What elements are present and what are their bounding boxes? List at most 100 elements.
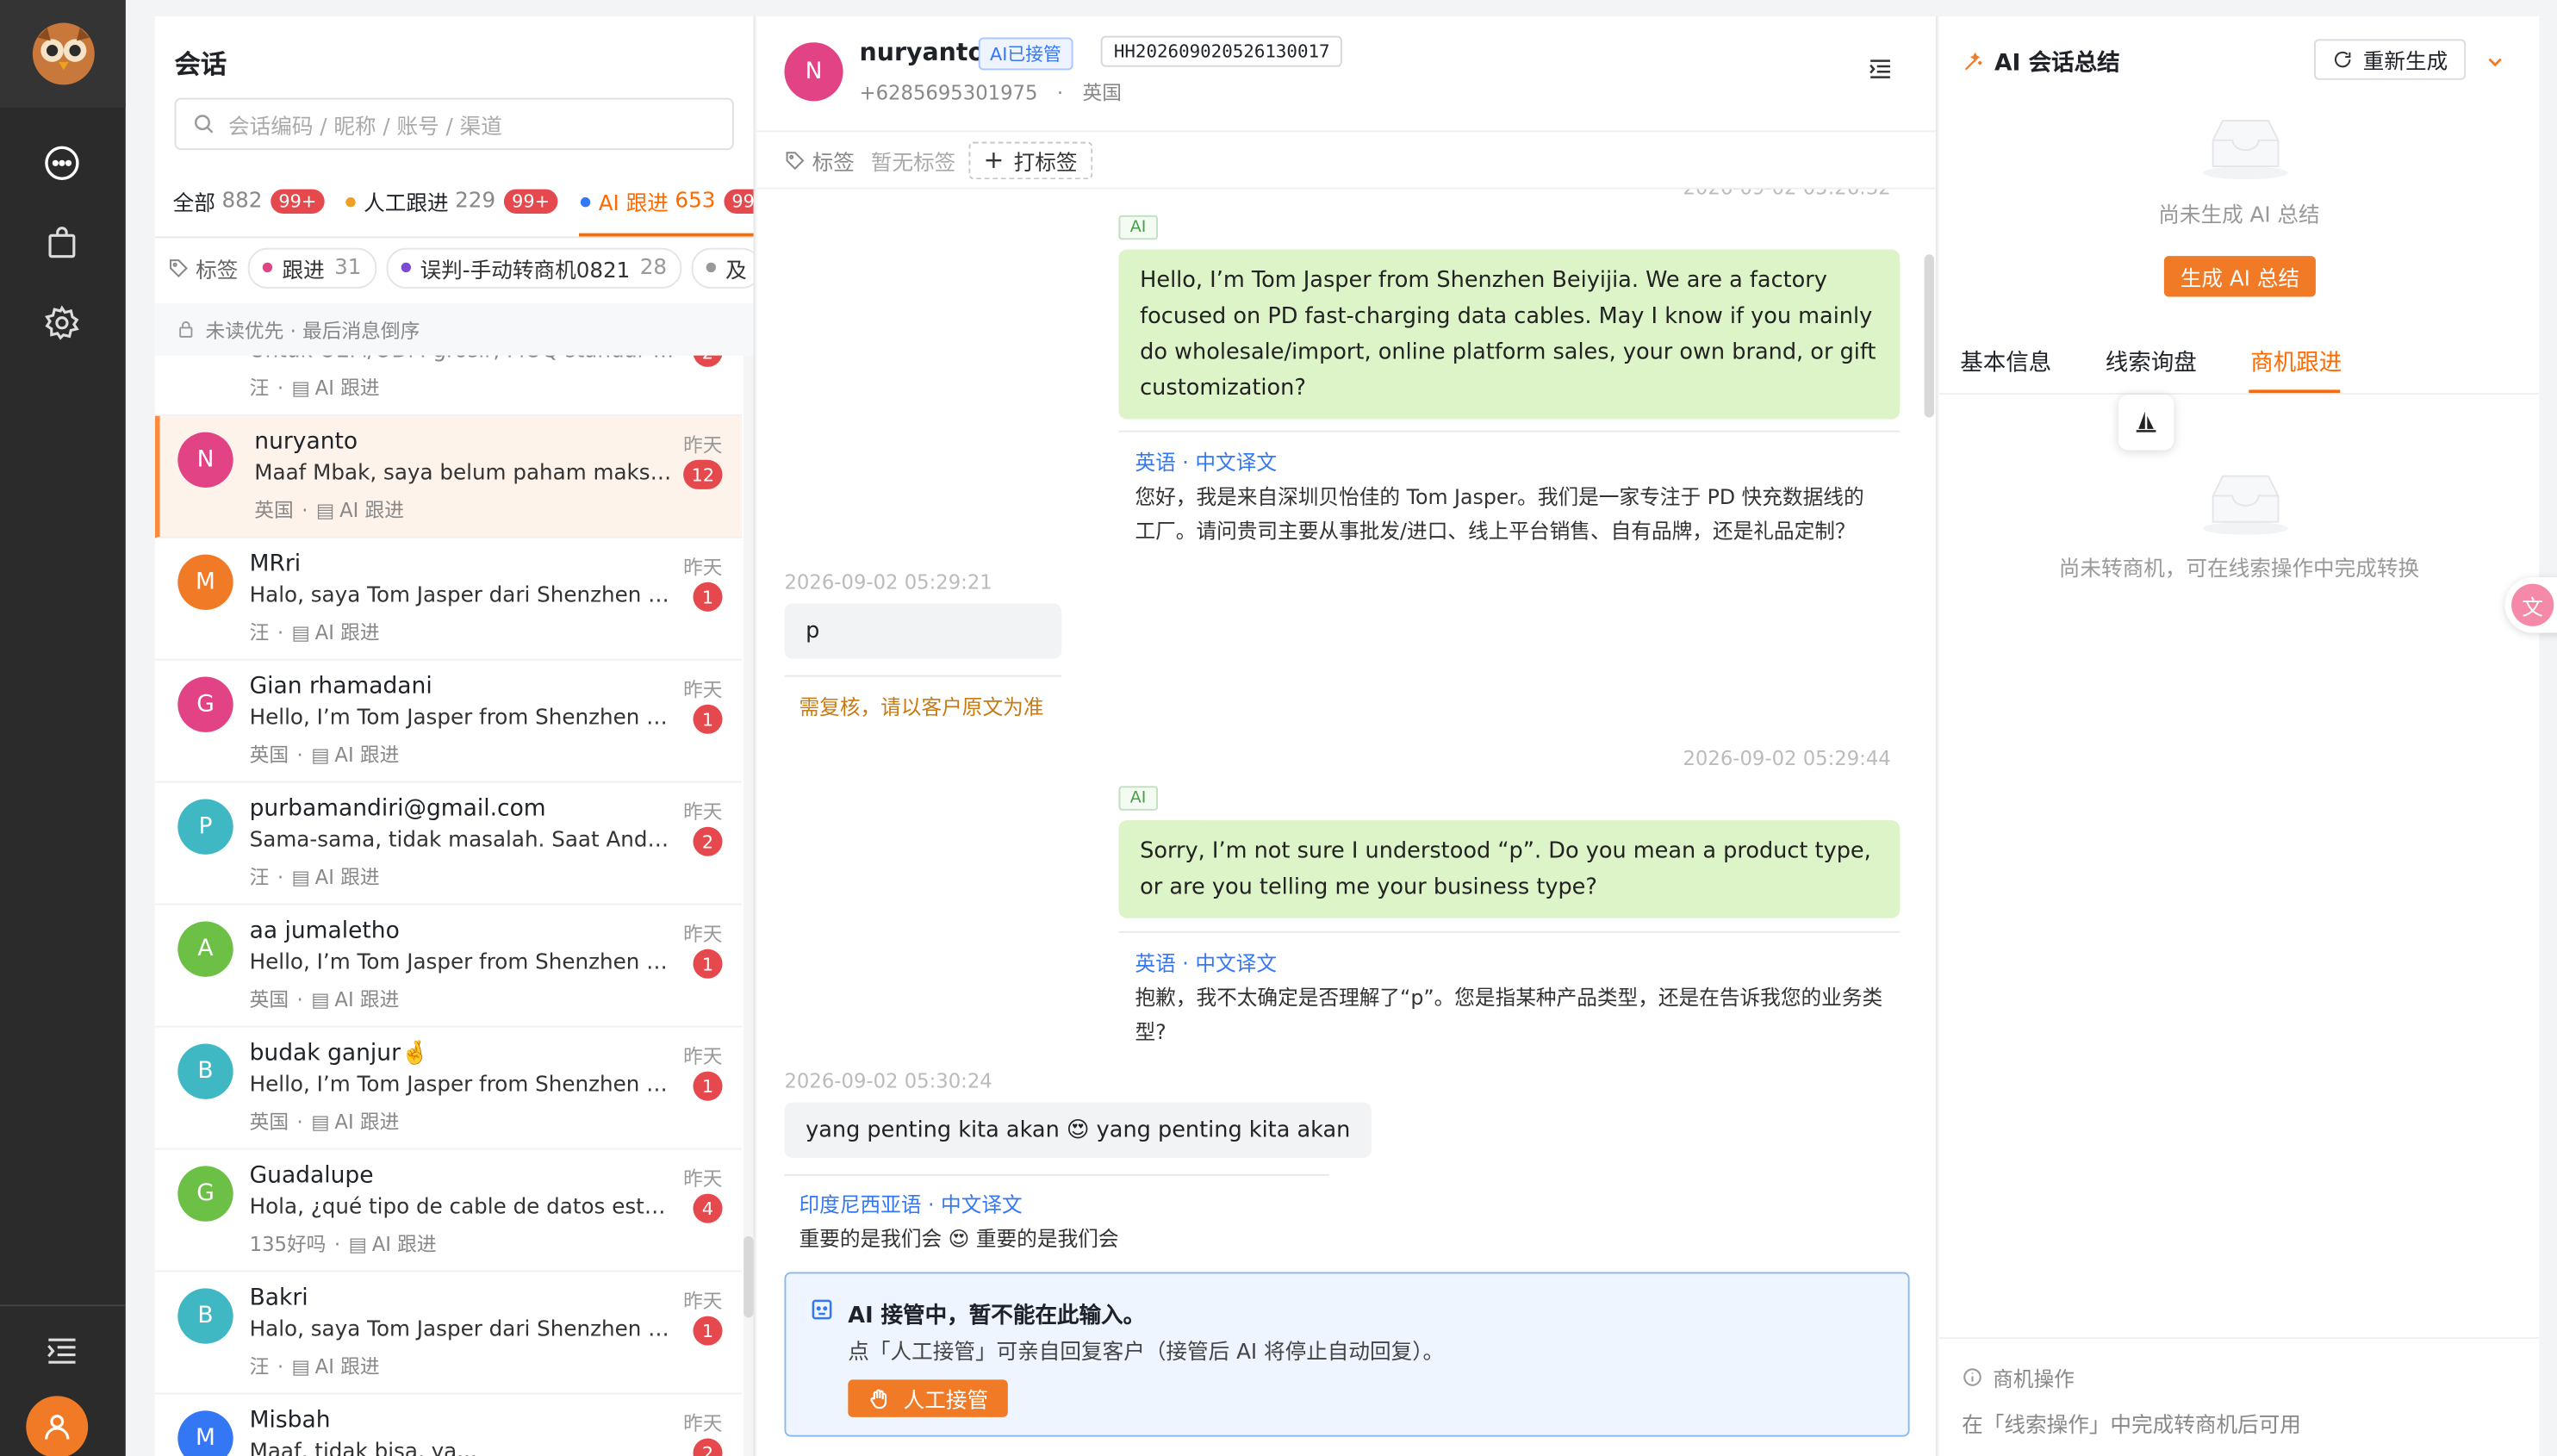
list-item-message: Maaf Mbak, saya belum paham maksud “p”..… <box>254 461 681 487</box>
tag-chip-misjudge[interactable]: 误判-手动转商机0821 28 <box>385 246 682 289</box>
ai-notice-desc: 点「人工接管」可亲自回复客户（接管后 AI 将停止自动回复）。 <box>848 1340 1445 1366</box>
left-rail <box>0 0 126 1456</box>
list-item[interactable]: Ppurbamandiri@gmail.com 昨天 Sama-sama, tida… <box>154 783 743 905</box>
menu-icon[interactable] <box>39 1328 84 1373</box>
list-item-name: MRri <box>249 551 302 578</box>
empty-opportunity-text: 尚未转商机，可在线索操作中完成转换 <box>2058 557 2420 582</box>
tab-lead-inquiry[interactable]: 线索询盘 <box>2106 345 2197 378</box>
list-item[interactable]: B Bakri 昨天 Halo, saya Tom Jasper dari Shenz… <box>154 1272 743 1395</box>
add-tag-button[interactable]: + 打标签 <box>968 140 1092 179</box>
regenerate-button[interactable]: 重新生成 <box>2314 39 2467 80</box>
list-item[interactable]: Nnuryanto 昨天 Maaf Mbak, saya belum paham m… <box>154 415 743 538</box>
chip-count: 31 <box>334 255 362 280</box>
side-panel: AI 会话总结 重新生成 尚未生成 AI 总结 生成 AI 总结 基本信息 线索… <box>1938 16 2540 1456</box>
translate-icon: 文 <box>2511 583 2554 626</box>
sail-icon[interactable] <box>2118 395 2174 451</box>
list-item-message: Hello, I’m Tom Jasper from Shenzhen Beiy… <box>249 950 677 975</box>
unread-badge: 1 <box>693 582 723 612</box>
side-tabs: 基本信息 线索询盘 商机跟进 <box>1938 329 2540 395</box>
list-item[interactable]: G Gian rhamadani 昨天 Hello, I’m Tom Jasper f… <box>154 661 743 783</box>
list-item-meta: 英国 · ▤ AI 跟进 <box>250 740 400 768</box>
translation-text: 您好，我是来自深圳贝怡佳的 Tom Jasper。我们是一家专注于 PD 快充数… <box>1135 484 1864 544</box>
menu-fold-icon[interactable] <box>1867 55 1893 88</box>
list-item-message: Hello, I’m Tom Jasper from Shenzhen Beiy… <box>249 706 677 731</box>
unread-badge: 1 <box>693 1316 723 1346</box>
list-item[interactable]: Aaa jumaletho 昨天 Hello, I’m Tom Jasper fro… <box>154 905 743 1028</box>
doc-icon: ▤ <box>291 1354 311 1378</box>
list-item-message: Halo, saya Tom Jasper dari Shenzhen Beiy… <box>249 583 677 609</box>
session-code[interactable]: HH2026090205261300​17 <box>1100 35 1343 67</box>
tag-chip-follow[interactable]: 跟进 31 <box>247 246 376 289</box>
search-placeholder: 会话编码 / 昵称 / 账号 / 渠道 <box>228 115 502 140</box>
gear-icon[interactable] <box>39 300 84 345</box>
contact-phone: +6285695301975 <box>859 81 1038 105</box>
translation-header[interactable]: 印度尼西亚语 · 中文译文 <box>799 1187 1315 1222</box>
list-item[interactable]: Untuk OEM/ODM grosir, MOQ standar ka... … <box>154 355 743 416</box>
chip-label: 跟进 <box>282 258 325 283</box>
ai-summary-title-text: AI 会话总结 <box>1994 50 2120 77</box>
avatar: G <box>177 1166 233 1222</box>
unread-badge: 1 <box>693 949 723 979</box>
tab-basic-info[interactable]: 基本信息 <box>1960 345 2051 378</box>
bag-icon[interactable] <box>39 221 84 266</box>
list-item-message: Maaf, tidak bisa, ya... <box>249 1440 477 1456</box>
translation-header[interactable]: 英语 · 中文译文 <box>1135 445 1883 480</box>
avatar: B <box>177 1043 233 1099</box>
list-item[interactable]: M Misbah 昨天 Maaf, tidak bisa, ya... 2 <box>155 1394 742 1456</box>
doc-icon: ▤ <box>348 1232 368 1255</box>
meta-label: AI 跟进 <box>334 744 400 767</box>
sort-bar[interactable]: 未读优先 · 最后消息倒序 <box>154 303 754 356</box>
list-item[interactable]: M MRri 昨天 Halo, saya Tom Jasper dari Shenzh… <box>154 538 743 661</box>
meta-label: AI 跟进 <box>339 499 404 522</box>
meta-prefix: 英国 <box>254 499 294 522</box>
generate-summary-button[interactable]: 生成 AI 总结 <box>2163 256 2316 297</box>
meta-label: AI 跟进 <box>314 866 380 889</box>
unread-badge: 2 <box>693 355 723 367</box>
chip-label: 误判-手动转商机0821 <box>420 258 631 283</box>
list-item-name: Guadalupe <box>249 1162 374 1189</box>
message-timestamp: 2026-09-02 05:26:32 <box>1683 190 1890 199</box>
meta-prefix: 英国 <box>249 1111 289 1134</box>
owl-logo-icon[interactable] <box>0 0 126 108</box>
translate-float-button[interactable]: 文 <box>2504 577 2557 633</box>
ai-notice-title: AI 接管中，暂不能在此输入。 <box>848 1303 1146 1329</box>
chevron-down-icon[interactable] <box>2484 49 2507 80</box>
list-item[interactable]: Bbudak ganjur🤞 昨天 Hello, I’m Tom Jasper fr… <box>154 1028 743 1150</box>
tab-ai[interactable]: AI 跟进 653 99+ <box>580 186 754 217</box>
meta-prefix: 汪 <box>249 866 270 889</box>
add-tag-label: 打标签 <box>1013 151 1078 176</box>
unread-badge: 4 <box>693 1193 723 1223</box>
tab-manual[interactable]: 人工跟进 229 99+ <box>345 186 558 217</box>
translation-header[interactable]: 英语 · 中文译文 <box>1135 946 1883 980</box>
ops-title: 商机操作 <box>1993 1366 2075 1391</box>
tag-chip-more[interactable]: 及 <box>691 246 754 289</box>
tag-icon <box>786 151 805 170</box>
tab-all[interactable]: 全部 882 99+ <box>173 186 325 217</box>
list-item-meta: 汪 · ▤ AI 跟进 <box>250 862 380 890</box>
chat-scrollbar[interactable] <box>1924 190 1934 1266</box>
list-item-time: 昨天 <box>683 800 723 824</box>
unread-badge: 1 <box>693 1071 723 1101</box>
session-search-input[interactable]: 会话编码 / 昵称 / 账号 / 渠道 <box>174 97 734 151</box>
search-icon <box>195 115 214 134</box>
tag-filter-row: 标签 跟进 31 误判-手动转商机0821 28 及 <box>168 246 754 289</box>
avatar: P <box>177 799 233 855</box>
manual-takeover-button[interactable]: 人工接管 <box>848 1379 1008 1417</box>
user-avatar-icon[interactable] <box>26 1396 89 1456</box>
plus-icon: + <box>983 145 1005 175</box>
tab-opportunity[interactable]: 商机跟进 <box>2250 345 2342 378</box>
tab-manual-badge: 99+ <box>503 189 558 214</box>
unread-badge: 1 <box>693 704 723 734</box>
regenerate-label: 重新生成 <box>2362 50 2448 76</box>
unread-badge: 12 <box>683 459 723 489</box>
ai-label: AI <box>1118 786 1158 811</box>
tag-filter-label: 标签 <box>196 258 239 283</box>
doc-icon: ▤ <box>291 376 311 399</box>
list-item[interactable]: G Guadalupe 昨天 Hola, ¿qué tipo de cable de … <box>154 1149 743 1272</box>
chat-icon[interactable] <box>39 140 84 186</box>
tab-manual-count: 229 <box>455 189 496 214</box>
list-item-meta: 汪 · ▤ AI 跟进 <box>250 618 380 645</box>
list-scrollbar[interactable] <box>743 355 754 1456</box>
doc-icon: ▤ <box>311 743 330 766</box>
refresh-icon <box>2334 51 2351 68</box>
